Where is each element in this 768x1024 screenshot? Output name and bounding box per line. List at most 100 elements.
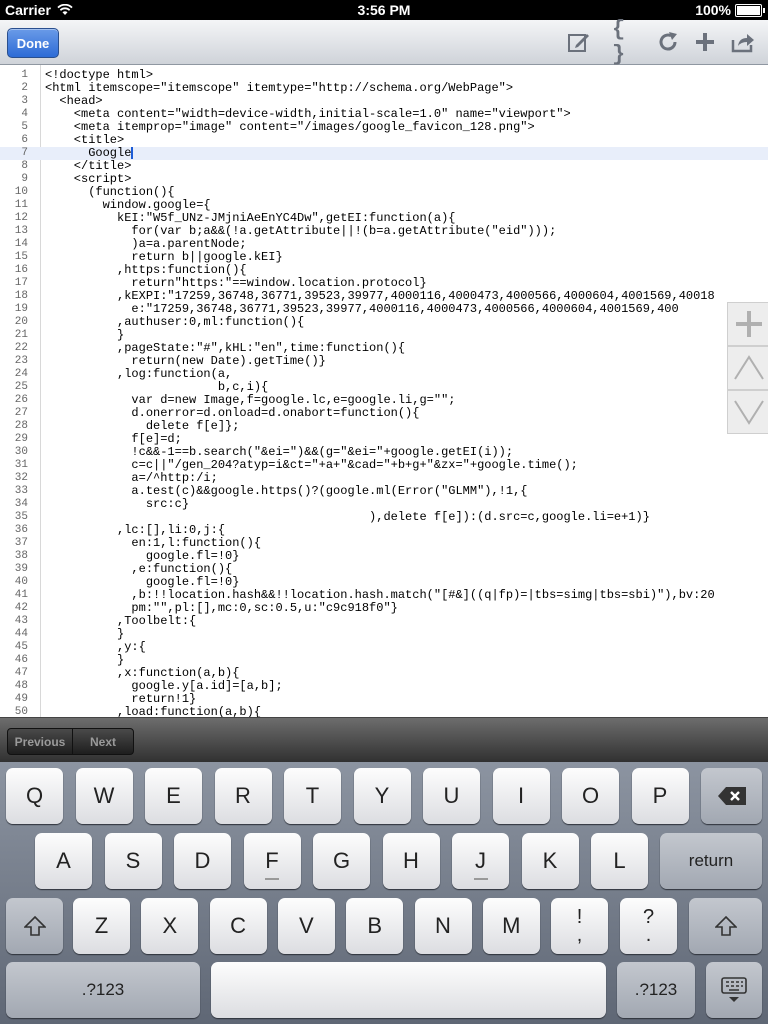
keyboard-accessory-bar: Previous Next [0, 717, 768, 763]
line-number: 18 [14, 290, 28, 302]
line-number: 19 [14, 303, 28, 315]
line-number: 3 [21, 95, 28, 107]
shift-icon [23, 916, 46, 936]
line-number: 29 [14, 433, 28, 445]
line-number: 36 [14, 524, 28, 536]
share-icon[interactable] [729, 28, 757, 56]
exclamation-comma-label: !, [576, 906, 583, 946]
space-bar[interactable] [211, 962, 606, 1018]
key-m[interactable]: M [482, 898, 540, 954]
line-number: 26 [14, 394, 28, 406]
side-add-button[interactable] [727, 302, 768, 346]
line-number: 10 [14, 186, 28, 198]
status-bar: Carrier 3:56 PM 100% [0, 0, 768, 20]
key-g[interactable]: G [313, 833, 370, 889]
key-j[interactable]: J [452, 833, 509, 889]
line-number: 47 [14, 667, 28, 679]
key-e[interactable]: E [145, 768, 202, 824]
battery-percent: 100% [695, 2, 731, 18]
shift-icon [714, 916, 737, 936]
line-number: 49 [14, 693, 28, 705]
line-text: <title> [45, 133, 125, 147]
line-number: 9 [21, 173, 28, 185]
text-cursor [131, 147, 134, 159]
add-icon[interactable] [691, 28, 719, 56]
backspace-key[interactable] [701, 768, 762, 824]
line-number: 42 [14, 602, 28, 614]
done-button[interactable]: Done [7, 28, 59, 58]
line-number: 48 [14, 680, 28, 692]
key-p[interactable]: P [631, 768, 689, 824]
line-number: 31 [14, 459, 28, 471]
line-number: 1 [21, 69, 28, 81]
shift-key-right[interactable] [689, 898, 762, 954]
edit-icon[interactable] [565, 28, 593, 56]
keyboard-hide-icon [720, 976, 748, 1004]
line-number: 5 [21, 121, 28, 133]
onscreen-keyboard: Q W E R T Y U I O P A S D F G H J K Lreturn Z X C V B N M!,?. .?12… [0, 762, 768, 1024]
key-x[interactable]: X [141, 898, 199, 954]
line-number: 44 [14, 628, 28, 640]
shift-key-left[interactable] [6, 898, 63, 954]
line-number: 8 [21, 160, 28, 172]
key-l[interactable]: L [591, 833, 648, 889]
key-o[interactable]: O [562, 768, 619, 824]
key-s[interactable]: S [104, 833, 162, 889]
key-h[interactable]: H [382, 833, 440, 889]
key-exclamation-comma[interactable]: !, [551, 898, 608, 954]
key-b[interactable]: B [346, 898, 404, 954]
key-u[interactable]: U [423, 768, 480, 824]
scroll-down-button[interactable] [727, 390, 768, 434]
key-a[interactable]: A [35, 833, 92, 889]
next-button[interactable]: Next [73, 729, 133, 754]
line-number: 38 [14, 550, 28, 562]
line-number: 46 [14, 654, 28, 666]
key-y[interactable]: Y [353, 768, 411, 824]
line-number: 15 [14, 251, 28, 263]
key-r[interactable]: R [214, 768, 272, 824]
question-period-label: ?. [642, 906, 655, 946]
line-number: 39 [14, 563, 28, 575]
key-n[interactable]: N [414, 898, 472, 954]
code-editor[interactable]: 1 <!doctype html> 2 <html itemscope="itemsc… [0, 65, 768, 717]
key-f[interactable]: F [243, 833, 301, 889]
key-w[interactable]: W [75, 768, 133, 824]
line-number: 21 [14, 329, 28, 341]
line-number: 25 [14, 381, 28, 393]
line-number: 16 [14, 264, 28, 276]
braces-icon[interactable]: { } [612, 17, 640, 67]
code-line[interactable]: 6 <title> [0, 134, 768, 147]
previous-button[interactable]: Previous [8, 729, 73, 754]
key-k[interactable]: K [521, 833, 579, 889]
line-text: ,load:function(a,b){ [45, 705, 262, 718]
scroll-up-button[interactable] [727, 346, 768, 390]
chevron-up-icon [733, 355, 764, 380]
numbers-key-left[interactable]: .?123 [6, 962, 200, 1018]
key-question-period[interactable]: ?. [620, 898, 677, 954]
return-key[interactable]: return [660, 833, 762, 889]
line-text: <html itemscope="itemscope" itemtype="ht… [45, 81, 514, 95]
line-number: 6 [21, 134, 28, 146]
numbers-key-right[interactable]: .?123 [617, 962, 695, 1018]
key-d[interactable]: D [174, 833, 231, 889]
toolbar: Done { } [0, 17, 768, 67]
key-c[interactable]: C [209, 898, 267, 954]
line-number: 28 [14, 420, 28, 432]
key-z[interactable]: Z [73, 898, 130, 954]
key-t[interactable]: T [284, 768, 341, 824]
status-time: 3:56 PM [357, 2, 411, 18]
line-number: 32 [14, 472, 28, 484]
line-number: 20 [14, 316, 28, 328]
key-i[interactable]: I [492, 768, 550, 824]
line-number: 24 [14, 368, 28, 380]
hide-keyboard-key[interactable] [706, 962, 762, 1018]
line-number: 37 [14, 537, 28, 549]
refresh-icon[interactable] [654, 28, 682, 56]
code-line[interactable]: 2 <html itemscope="itemscope" itemtype="h… [0, 82, 768, 95]
line-number: 7 [21, 147, 28, 159]
line-number: 27 [14, 407, 28, 419]
key-v[interactable]: V [277, 898, 335, 954]
line-number: 43 [14, 615, 28, 627]
code-line[interactable]: 50 ,load:function(a,b){ [0, 705, 768, 718]
key-q[interactable]: Q [6, 768, 63, 824]
